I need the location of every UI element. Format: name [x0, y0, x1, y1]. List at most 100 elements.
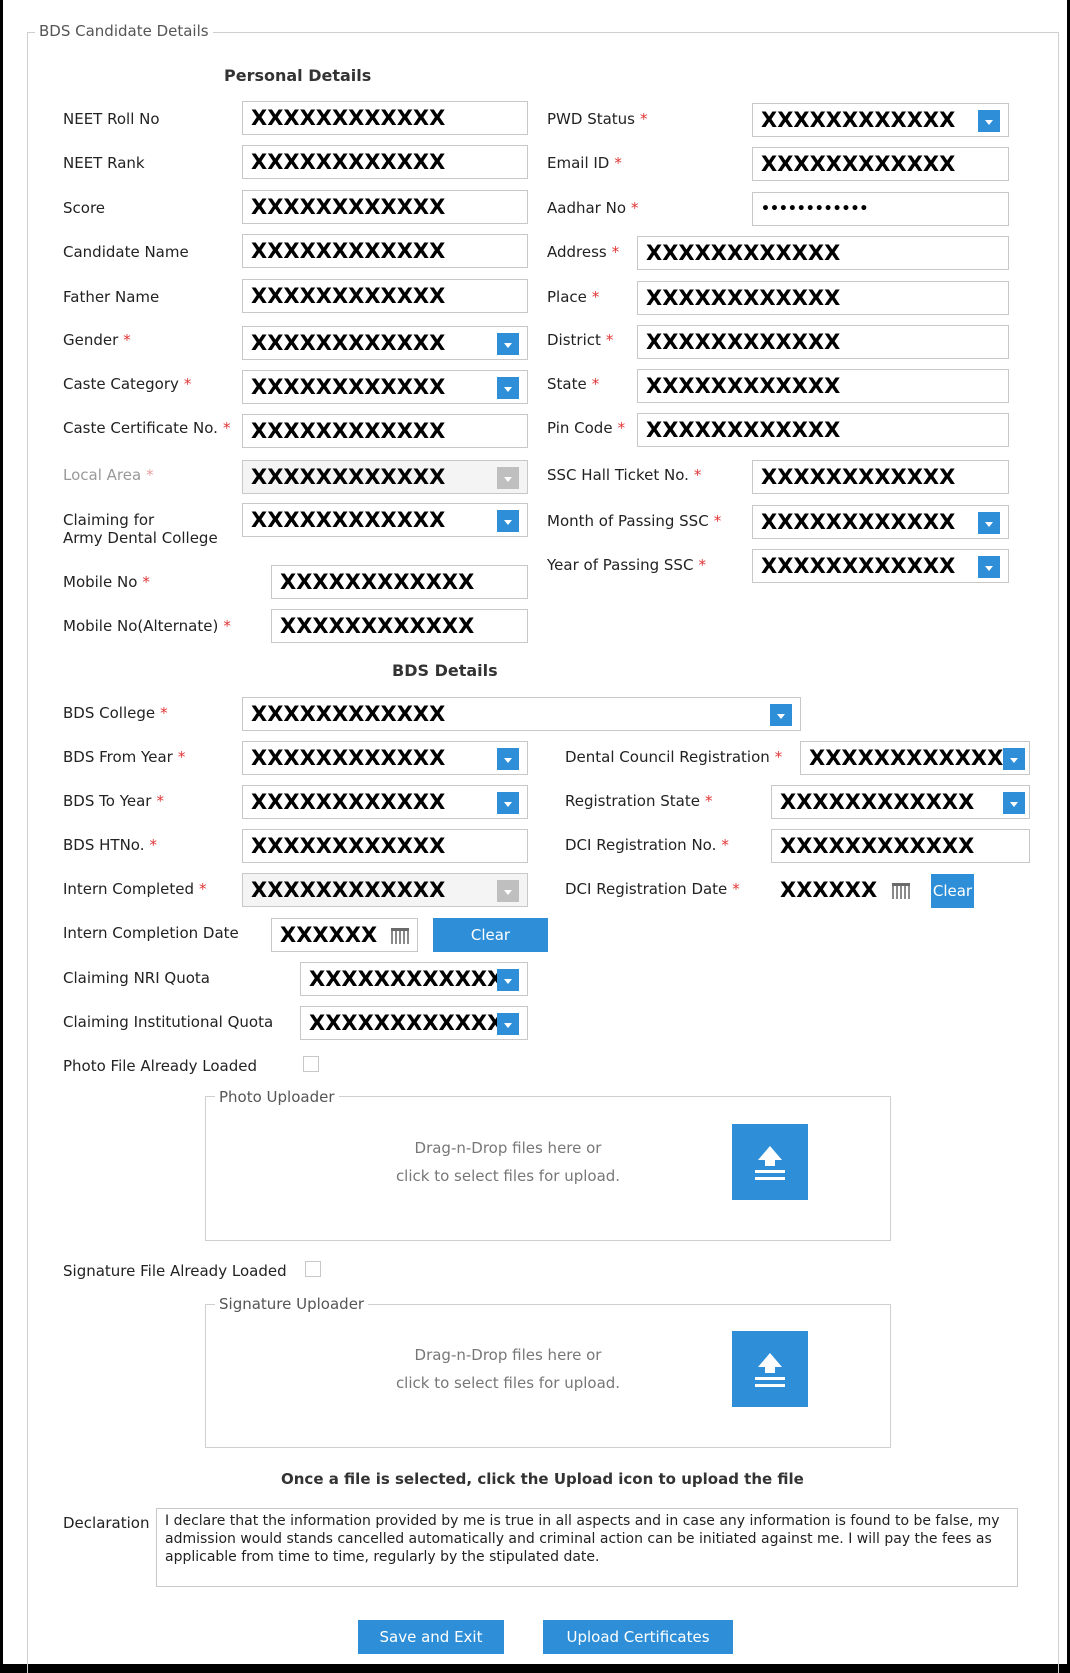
- signature-loaded-checkbox[interactable]: [305, 1261, 321, 1277]
- chevron-down-icon[interactable]: [497, 510, 519, 532]
- chevron-down-icon[interactable]: [978, 512, 1000, 534]
- caste-cert-input[interactable]: XXXXXXXXXXXX: [242, 414, 528, 448]
- personal-details-title: Personal Details: [224, 66, 372, 85]
- state-label: State *: [547, 375, 600, 393]
- mobile-label: Mobile No *: [63, 573, 150, 591]
- chevron-down-icon[interactable]: [497, 333, 519, 355]
- state-input[interactable]: XXXXXXXXXXXX: [637, 369, 1009, 403]
- month-passing-select[interactable]: XXXXXXXXXXXX: [752, 505, 1009, 539]
- mobile-alt-input[interactable]: XXXXXXXXXXXX: [271, 609, 528, 643]
- bds-to-year-label: BDS To Year *: [63, 792, 164, 810]
- declaration-label: Declaration: [63, 1514, 150, 1532]
- chevron-down-icon[interactable]: [978, 556, 1000, 578]
- dci-reg-date-label: DCI Registration Date *: [565, 880, 740, 898]
- intern-completed-label: Intern Completed *: [63, 880, 207, 898]
- intern-completed-select: XXXXXXXXXXXX: [242, 873, 528, 907]
- claiming-army-label: Claiming for Army Dental College: [63, 511, 218, 547]
- pwd-status-select[interactable]: XXXXXXXXXXXX: [752, 103, 1009, 137]
- chevron-down-icon: [497, 880, 519, 902]
- intern-date-input[interactable]: XXXXXX: [271, 918, 418, 952]
- dci-reg-no-label: DCI Registration No. *: [565, 836, 729, 854]
- email-input[interactable]: XXXXXXXXXXXX: [752, 147, 1009, 181]
- chevron-down-icon[interactable]: [497, 792, 519, 814]
- nri-quota-label: Claiming NRI Quota: [63, 969, 210, 987]
- dci-date-clear-button[interactable]: Clear: [931, 874, 974, 908]
- signature-drop-text[interactable]: Drag-n-Drop files here or click to select…: [333, 1341, 683, 1397]
- intern-date-clear-button[interactable]: Clear: [433, 918, 548, 952]
- gender-select[interactable]: XXXXXXXXXXXX: [242, 326, 528, 360]
- declaration-text: I declare that the information provided …: [156, 1508, 1018, 1587]
- chevron-down-icon[interactable]: [497, 377, 519, 399]
- email-label: Email ID *: [547, 154, 622, 172]
- dental-council-label: Dental Council Registration *: [565, 748, 783, 766]
- bds-details-title: BDS Details: [392, 661, 498, 680]
- place-label: Place *: [547, 288, 600, 306]
- chevron-down-icon[interactable]: [978, 110, 1000, 132]
- caste-cert-label: Caste Certificate No. *: [63, 419, 231, 437]
- address-input[interactable]: XXXXXXXXXXXX: [637, 236, 1009, 270]
- photo-upload-button[interactable]: [732, 1124, 808, 1200]
- chevron-down-icon[interactable]: [770, 704, 792, 726]
- neet-rank-label: NEET Rank: [63, 154, 145, 172]
- chevron-down-icon[interactable]: [497, 969, 519, 991]
- bds-from-year-select[interactable]: XXXXXXXXXXXX: [242, 741, 528, 775]
- score-input[interactable]: XXXXXXXXXXXX: [242, 190, 528, 224]
- bds-htno-input[interactable]: XXXXXXXXXXXX: [242, 829, 528, 863]
- photo-uploader-legend: Photo Uploader: [215, 1088, 339, 1106]
- calendar-icon[interactable]: [391, 928, 409, 944]
- upload-certificates-button[interactable]: Upload Certificates: [543, 1620, 733, 1654]
- mobile-alt-label: Mobile No(Alternate) *: [63, 617, 231, 635]
- place-input[interactable]: XXXXXXXXXXXX: [637, 281, 1009, 315]
- chevron-down-icon[interactable]: [497, 748, 519, 770]
- dci-reg-no-input[interactable]: XXXXXXXXXXXX: [771, 829, 1030, 863]
- pin-code-input[interactable]: XXXXXXXXXXXX: [637, 413, 1009, 447]
- signature-loaded-label: Signature File Already Loaded: [63, 1262, 287, 1280]
- address-label: Address *: [547, 243, 620, 261]
- pin-code-label: Pin Code *: [547, 419, 626, 437]
- dental-council-select[interactable]: XXXXXXXXXXXX: [800, 741, 1030, 775]
- neet-roll-input[interactable]: XXXXXXXXXXXX: [242, 101, 528, 135]
- pwd-status-label: PWD Status *: [547, 110, 648, 128]
- dci-reg-date-input[interactable]: XXXXXX: [771, 873, 921, 907]
- nri-quota-select[interactable]: XXXXXXXXXXXX: [300, 962, 528, 996]
- aadhar-input[interactable]: ••••••••••••: [752, 192, 1009, 226]
- claiming-army-select[interactable]: XXXXXXXXXXXX: [242, 503, 528, 537]
- local-area-select: XXXXXXXXXXXX: [242, 460, 528, 494]
- bds-to-year-select[interactable]: XXXXXXXXXXXX: [242, 785, 528, 819]
- bds-htno-label: BDS HTNo. *: [63, 836, 157, 854]
- institutional-quota-select[interactable]: XXXXXXXXXXXX: [300, 1006, 528, 1040]
- chevron-down-icon: [497, 467, 519, 489]
- fieldset-legend: BDS Candidate Details: [35, 22, 213, 40]
- photo-drop-text[interactable]: Drag-n-Drop files here or click to select…: [333, 1134, 683, 1190]
- candidate-name-input[interactable]: XXXXXXXXXXXX: [242, 234, 528, 268]
- caste-category-label: Caste Category *: [63, 375, 192, 393]
- father-name-input[interactable]: XXXXXXXXXXXX: [242, 279, 528, 313]
- calendar-icon[interactable]: [892, 883, 910, 899]
- year-passing-select[interactable]: XXXXXXXXXXXX: [752, 549, 1009, 583]
- upload-note: Once a file is selected, click the Uploa…: [281, 1470, 804, 1488]
- local-area-label: Local Area *: [63, 466, 154, 484]
- district-label: District *: [547, 331, 614, 349]
- month-passing-label: Month of Passing SSC *: [547, 512, 722, 530]
- bds-college-select[interactable]: XXXXXXXXXXXX: [242, 697, 801, 731]
- bds-college-label: BDS College *: [63, 704, 168, 722]
- year-passing-label: Year of Passing SSC *: [547, 556, 706, 574]
- father-name-label: Father Name: [63, 288, 160, 306]
- upload-icon: [755, 1353, 785, 1387]
- caste-category-select[interactable]: XXXXXXXXXXXX: [242, 370, 528, 404]
- photo-loaded-checkbox[interactable]: [303, 1056, 319, 1072]
- gender-label: Gender *: [63, 331, 131, 349]
- district-input[interactable]: XXXXXXXXXXXX: [637, 325, 1009, 359]
- upload-icon: [755, 1146, 785, 1180]
- candidate-name-label: Candidate Name: [63, 243, 189, 261]
- signature-upload-button[interactable]: [732, 1331, 808, 1407]
- chevron-down-icon[interactable]: [1003, 748, 1025, 770]
- aadhar-label: Aadhar No *: [547, 199, 639, 217]
- neet-rank-input[interactable]: XXXXXXXXXXXX: [242, 145, 528, 179]
- registration-state-select[interactable]: XXXXXXXXXXXX: [771, 785, 1030, 819]
- chevron-down-icon[interactable]: [1003, 792, 1025, 814]
- chevron-down-icon[interactable]: [497, 1013, 519, 1035]
- mobile-input[interactable]: XXXXXXXXXXXX: [271, 565, 528, 599]
- save-exit-button[interactable]: Save and Exit: [358, 1620, 504, 1654]
- ssc-hall-ticket-input[interactable]: XXXXXXXXXXXX: [752, 460, 1009, 494]
